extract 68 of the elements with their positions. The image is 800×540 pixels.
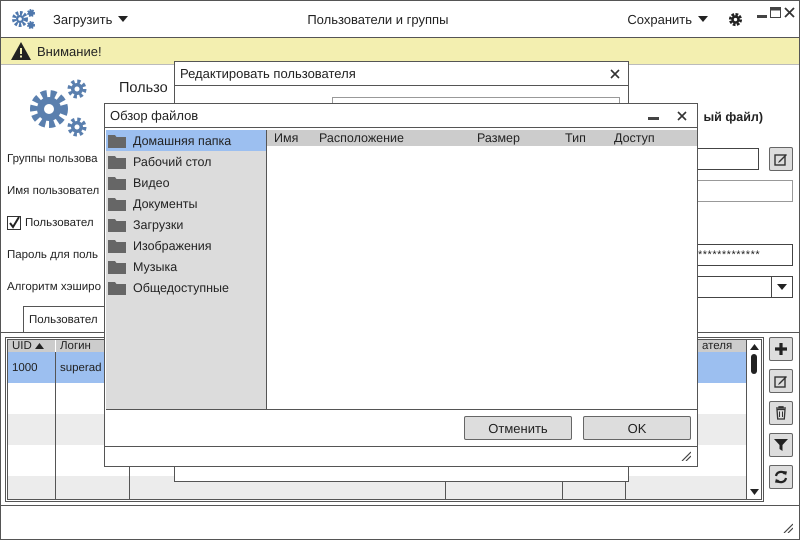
place-item[interactable]: Загрузки [106,214,266,235]
folder-icon [108,134,126,148]
folder-icon [108,280,126,294]
place-item[interactable]: Домашняя папка [106,130,266,151]
page-title: Пользо [119,80,168,96]
gears-icon [11,8,37,30]
close-icon[interactable] [610,68,620,78]
load-menu[interactable]: Загрузить [53,12,128,26]
scroll-down-icon[interactable] [750,489,758,495]
add-button[interactable] [769,337,793,361]
pencil-icon [774,374,788,388]
field-label: Имя пользовател [7,185,100,197]
plus-icon [774,342,788,356]
caret-icon [698,16,708,22]
scroll-up-icon[interactable] [750,344,758,350]
trash-icon [775,406,787,420]
folder-icon [108,238,126,252]
place-item[interactable]: Документы [106,193,266,214]
place-item[interactable]: Рабочий стол [106,151,266,172]
window-title: Пользователи и группы [306,12,450,26]
filter-button[interactable] [769,433,793,457]
caret-icon [777,284,787,290]
column-header[interactable]: Размер [477,131,520,145]
pencil-icon [774,152,788,166]
column-header[interactable]: Доступ [614,131,655,145]
table-cell: superad [60,362,102,374]
table-cell: 1000 [12,362,38,374]
resize-grip-icon[interactable] [783,523,793,533]
edit-button[interactable] [769,147,793,171]
caret-icon [118,16,128,22]
page-subtitle: ый файл) [703,110,764,124]
column-header[interactable]: Тип [565,131,586,145]
place-item[interactable]: Общедоступные [106,277,266,298]
folder-icon [108,196,126,210]
folder-icon [108,260,126,274]
maximize-icon[interactable] [770,7,781,19]
field-label: Алгоритм хэширо [7,281,101,293]
place-item[interactable]: Видео [106,172,266,193]
refresh-button[interactable] [769,465,793,489]
place-item[interactable]: Музыка [106,256,266,277]
field-label: Пароль для поль [7,249,98,261]
refresh-icon [774,470,788,484]
scrollbar[interactable] [746,340,761,499]
column-header[interactable]: Имя [274,131,298,145]
dialog-title: Редактировать пользователя [180,66,356,81]
folder-icon [108,176,126,190]
resize-grip-icon[interactable] [681,451,691,461]
sort-up-icon [34,343,44,349]
close-icon[interactable] [677,110,687,120]
edit-button[interactable] [769,369,793,393]
checkbox-label: Пользовател [25,217,94,229]
save-menu[interactable]: Сохранить [627,12,708,26]
warning-icon [11,42,31,60]
folder-icon [108,218,126,232]
ok-button[interactable]: OK [583,416,691,440]
column-header[interactable]: Расположение [319,131,404,145]
scroll-thumb[interactable] [751,354,757,374]
checkbox[interactable] [7,216,21,230]
warning-text: Внимание! [37,44,102,58]
filter-icon [774,438,788,452]
place-item[interactable]: Изображения [106,235,266,256]
settings-icon[interactable] [728,12,743,26]
field-label: Группы пользова [7,153,98,165]
dialog-title: Обзор файлов [110,108,198,123]
cancel-button[interactable]: Отменить [464,416,572,440]
folder-icon [108,154,126,168]
delete-button[interactable] [769,401,793,425]
close-icon[interactable] [784,7,795,18]
